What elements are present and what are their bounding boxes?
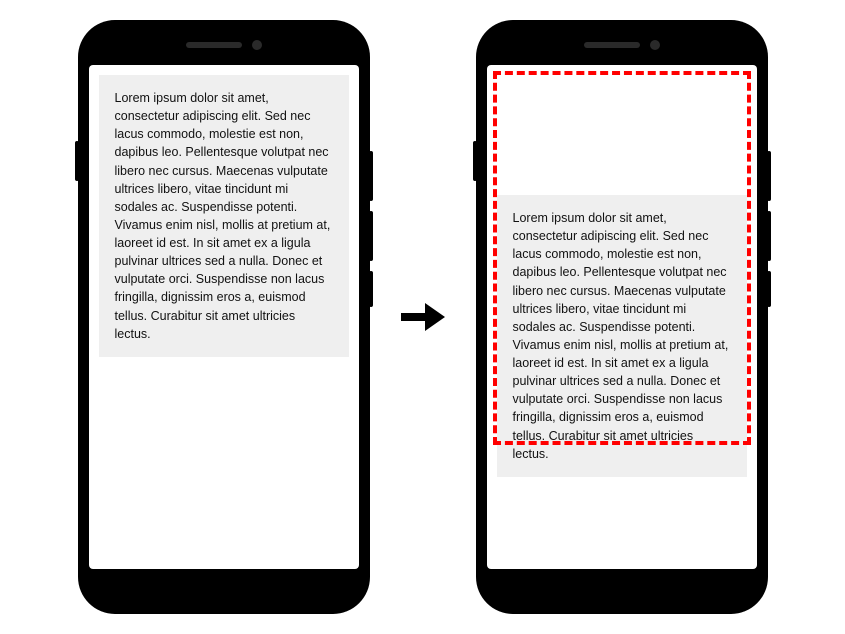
- diagram-stage: Lorem ipsum dolor sit amet, consectetur …: [0, 0, 845, 634]
- phone-camera: [650, 40, 660, 50]
- phone-bezel-top: [477, 35, 767, 55]
- phone-side-button: [473, 141, 477, 181]
- phone-camera: [252, 40, 262, 50]
- screen-content: Lorem ipsum dolor sit amet, consectetur …: [487, 65, 757, 569]
- phone-screen: Lorem ipsum dolor sit amet, consectetur …: [487, 65, 757, 569]
- screen-content: Lorem ipsum dolor sit amet, consectetur …: [89, 65, 359, 569]
- phone-side-button: [75, 141, 79, 181]
- text-block: Lorem ipsum dolor sit amet, consectetur …: [497, 195, 747, 477]
- phone-mockup-after: Lorem ipsum dolor sit amet, consectetur …: [477, 21, 767, 613]
- phone-mockup-before: Lorem ipsum dolor sit amet, consectetur …: [79, 21, 369, 613]
- phone-side-button: [767, 211, 771, 261]
- arrow-right-icon: [399, 297, 447, 337]
- phone-side-button: [369, 151, 373, 201]
- phone-side-button: [767, 271, 771, 307]
- phone-side-button: [369, 271, 373, 307]
- phone-speaker: [584, 42, 640, 48]
- phone-side-button: [369, 211, 373, 261]
- phone-speaker: [186, 42, 242, 48]
- phone-screen: Lorem ipsum dolor sit amet, consectetur …: [89, 65, 359, 569]
- phone-side-button: [767, 151, 771, 201]
- phone-bezel-top: [79, 35, 369, 55]
- text-block: Lorem ipsum dolor sit amet, consectetur …: [99, 75, 349, 357]
